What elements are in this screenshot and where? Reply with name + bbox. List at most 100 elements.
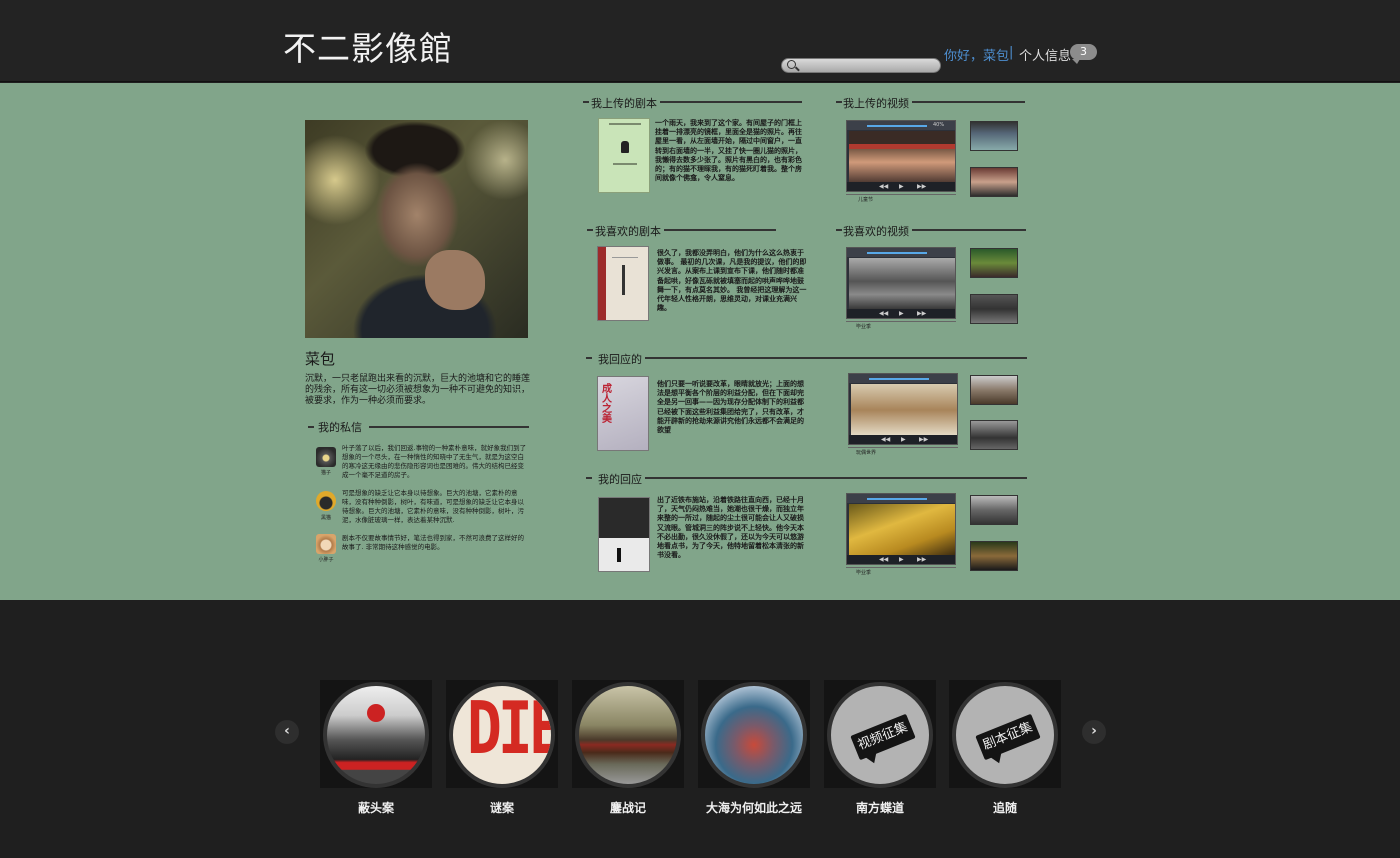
section-dash bbox=[308, 426, 314, 428]
video-caption: 毕业季 bbox=[856, 324, 872, 330]
forward-icon[interactable]: ▶▶ bbox=[917, 310, 926, 317]
video-thumbnail[interactable] bbox=[970, 248, 1018, 278]
film-card[interactable]: DIE 谜案 bbox=[446, 680, 558, 815]
section-divider bbox=[660, 101, 802, 103]
forward-icon[interactable]: ▶▶ bbox=[917, 556, 926, 563]
message-avatar bbox=[316, 447, 336, 467]
video-player[interactable]: 40% ◀◀ ▶ ▶▶ bbox=[846, 120, 956, 192]
script-excerpt[interactable]: 他们只要一听说要改革，眼睛就放光；上面的想法是想平衡各个阶层的利益分配，但在下面… bbox=[657, 380, 807, 435]
profile-main: 菜包 沉默，一只老鼠跑出来看的沉默，巨大的池塘和它的睡莲的残余，所有这一切必须被… bbox=[0, 83, 1400, 600]
video-thumbnail[interactable] bbox=[970, 375, 1018, 405]
video-frame bbox=[851, 384, 957, 436]
play-icon[interactable]: ▶ bbox=[899, 556, 904, 563]
video-thumbnail[interactable] bbox=[970, 541, 1018, 571]
uploaded-scripts-title: 我上传的剧本 bbox=[591, 97, 657, 110]
message-sender: 猫子 bbox=[320, 470, 331, 476]
video-thumbnail[interactable] bbox=[970, 167, 1018, 197]
script-cover[interactable] bbox=[597, 246, 649, 321]
carousel-next-button[interactable]: › bbox=[1082, 720, 1106, 744]
poster-title: DIE bbox=[467, 685, 555, 771]
film-card[interactable]: 鏖战记 bbox=[572, 680, 684, 815]
video-player[interactable]: ◀◀ ▶ ▶▶ bbox=[848, 373, 958, 445]
carousel-prev-button[interactable]: ‹ bbox=[275, 720, 299, 744]
caption-line bbox=[846, 567, 956, 568]
rewind-icon[interactable]: ◀◀ bbox=[879, 556, 888, 563]
user-name: 菜包 bbox=[305, 350, 336, 368]
film-poster[interactable]: 视频征集 bbox=[827, 682, 933, 788]
message-sender: 黑猫 bbox=[320, 515, 331, 521]
my-replies-title: 我的回应 bbox=[598, 473, 642, 486]
uploaded-videos-title: 我上传的视频 bbox=[843, 97, 909, 110]
film-card[interactable]: 蔽头案 bbox=[320, 680, 432, 815]
volume-readout: 40% bbox=[933, 122, 945, 128]
forward-icon[interactable]: ▶▶ bbox=[917, 183, 926, 190]
section-divider bbox=[369, 426, 529, 428]
script-excerpt[interactable]: 出了近铁布施站，沿着铁路往直向西，已经十月了，天气仍闷热难当，她潮也很干燥，而独… bbox=[657, 496, 807, 560]
video-thumbnail[interactable] bbox=[970, 420, 1018, 450]
search-input[interactable] bbox=[800, 59, 938, 72]
liked-videos-title: 我喜欢的视频 bbox=[843, 225, 909, 238]
separator: | bbox=[1009, 45, 1014, 60]
script-cover[interactable]: 成人之美 bbox=[597, 376, 649, 451]
script-excerpt[interactable]: 一个雨天，我来到了这个家。有间屋子的门框上挂着一排漂亮的镜框，里面全是猫的照片。… bbox=[655, 119, 805, 183]
site-logo[interactable]: 不二影像館 bbox=[283, 22, 453, 70]
video-caption: 儿童节 bbox=[858, 197, 874, 203]
message-count-badge[interactable]: 3 bbox=[1070, 44, 1097, 64]
search-icon[interactable] bbox=[787, 60, 796, 69]
script-cover[interactable] bbox=[598, 497, 650, 572]
play-icon[interactable]: ▶ bbox=[899, 183, 904, 190]
video-frame bbox=[849, 258, 955, 310]
section-divider bbox=[645, 357, 1027, 359]
video-player[interactable]: ◀◀ ▶ ▶▶ bbox=[846, 493, 956, 565]
section-divider bbox=[664, 229, 776, 231]
play-icon[interactable]: ▶ bbox=[899, 310, 904, 317]
caption-line bbox=[846, 194, 956, 195]
call-for-scripts-tag: 剧本征集 bbox=[975, 713, 1041, 761]
section-dash bbox=[586, 477, 592, 479]
script-cover[interactable] bbox=[598, 118, 650, 193]
film-title[interactable]: 追随 bbox=[929, 799, 1081, 816]
video-player[interactable]: ◀◀ ▶ ▶▶ bbox=[846, 247, 956, 319]
section-divider bbox=[912, 229, 1026, 231]
rewind-icon[interactable]: ◀◀ bbox=[879, 183, 888, 190]
video-thumbnail[interactable] bbox=[970, 121, 1018, 151]
film-poster[interactable] bbox=[575, 682, 681, 788]
search-box[interactable] bbox=[781, 58, 941, 73]
film-poster[interactable]: DIE bbox=[449, 682, 555, 788]
section-divider bbox=[645, 477, 1027, 479]
user-avatar bbox=[305, 120, 528, 338]
section-divider bbox=[912, 101, 1025, 103]
section-dash bbox=[586, 357, 592, 359]
forward-icon[interactable]: ▶▶ bbox=[919, 436, 928, 443]
video-thumbnail[interactable] bbox=[970, 294, 1018, 324]
message-text: 叶子落了以后，我们回返.事物的一种素朴意味，就好象我们到了想象的一个尽头，在一种… bbox=[342, 444, 527, 479]
user-bio: 沉默，一只老鼠跑出来看的沉默，巨大的池塘和它的睡莲的残余，所有这一切必须被想象为… bbox=[305, 374, 531, 406]
profile-info-link[interactable]: 个人信息 bbox=[1019, 45, 1071, 64]
rewind-icon[interactable]: ◀◀ bbox=[879, 310, 888, 317]
message-avatar bbox=[316, 491, 336, 511]
play-icon[interactable]: ▶ bbox=[901, 436, 906, 443]
film-card[interactable]: 视频征集 南方蝶道 bbox=[824, 680, 936, 815]
film-card[interactable]: 剧本征集 追随 bbox=[949, 680, 1061, 815]
message-text: 可是想象的缺乏让它本身以待想象。巨大的池塘，它素朴的意味，没有种种倒影，树叶，有… bbox=[342, 489, 524, 524]
rewind-icon[interactable]: ◀◀ bbox=[881, 436, 890, 443]
film-carousel: ‹ › 蔽头案 DIE 谜案 鏖战记 大海为何如此之远 视频征集 南方蝶道 剧本… bbox=[0, 600, 1400, 858]
call-for-videos-tag: 视频征集 bbox=[850, 713, 916, 761]
film-poster[interactable] bbox=[323, 682, 429, 788]
video-frame bbox=[849, 504, 955, 556]
liked-scripts-title: 我喜欢的剧本 bbox=[595, 225, 661, 238]
my-replied-title: 我回应的 bbox=[598, 353, 642, 366]
script-excerpt[interactable]: 很久了，我都没弄明白，他们为什么这么热衷于做事。 最初的几次课，凡是我的提议，他… bbox=[657, 249, 807, 313]
film-poster[interactable]: 剧本征集 bbox=[952, 682, 1058, 788]
messages-title: 我的私信 bbox=[318, 421, 362, 434]
section-dash bbox=[587, 229, 593, 231]
section-dash bbox=[583, 101, 589, 103]
film-poster[interactable] bbox=[701, 682, 807, 788]
caption-line bbox=[848, 447, 958, 448]
video-frame bbox=[849, 131, 955, 183]
section-dash bbox=[836, 101, 842, 103]
film-card[interactable]: 大海为何如此之远 bbox=[698, 680, 810, 815]
greeting-link[interactable]: 你好，菜包 bbox=[944, 45, 1009, 64]
video-thumbnail[interactable] bbox=[970, 495, 1018, 525]
header: 不二影像館 你好，菜包 | 个人信息 3 bbox=[0, 0, 1400, 82]
